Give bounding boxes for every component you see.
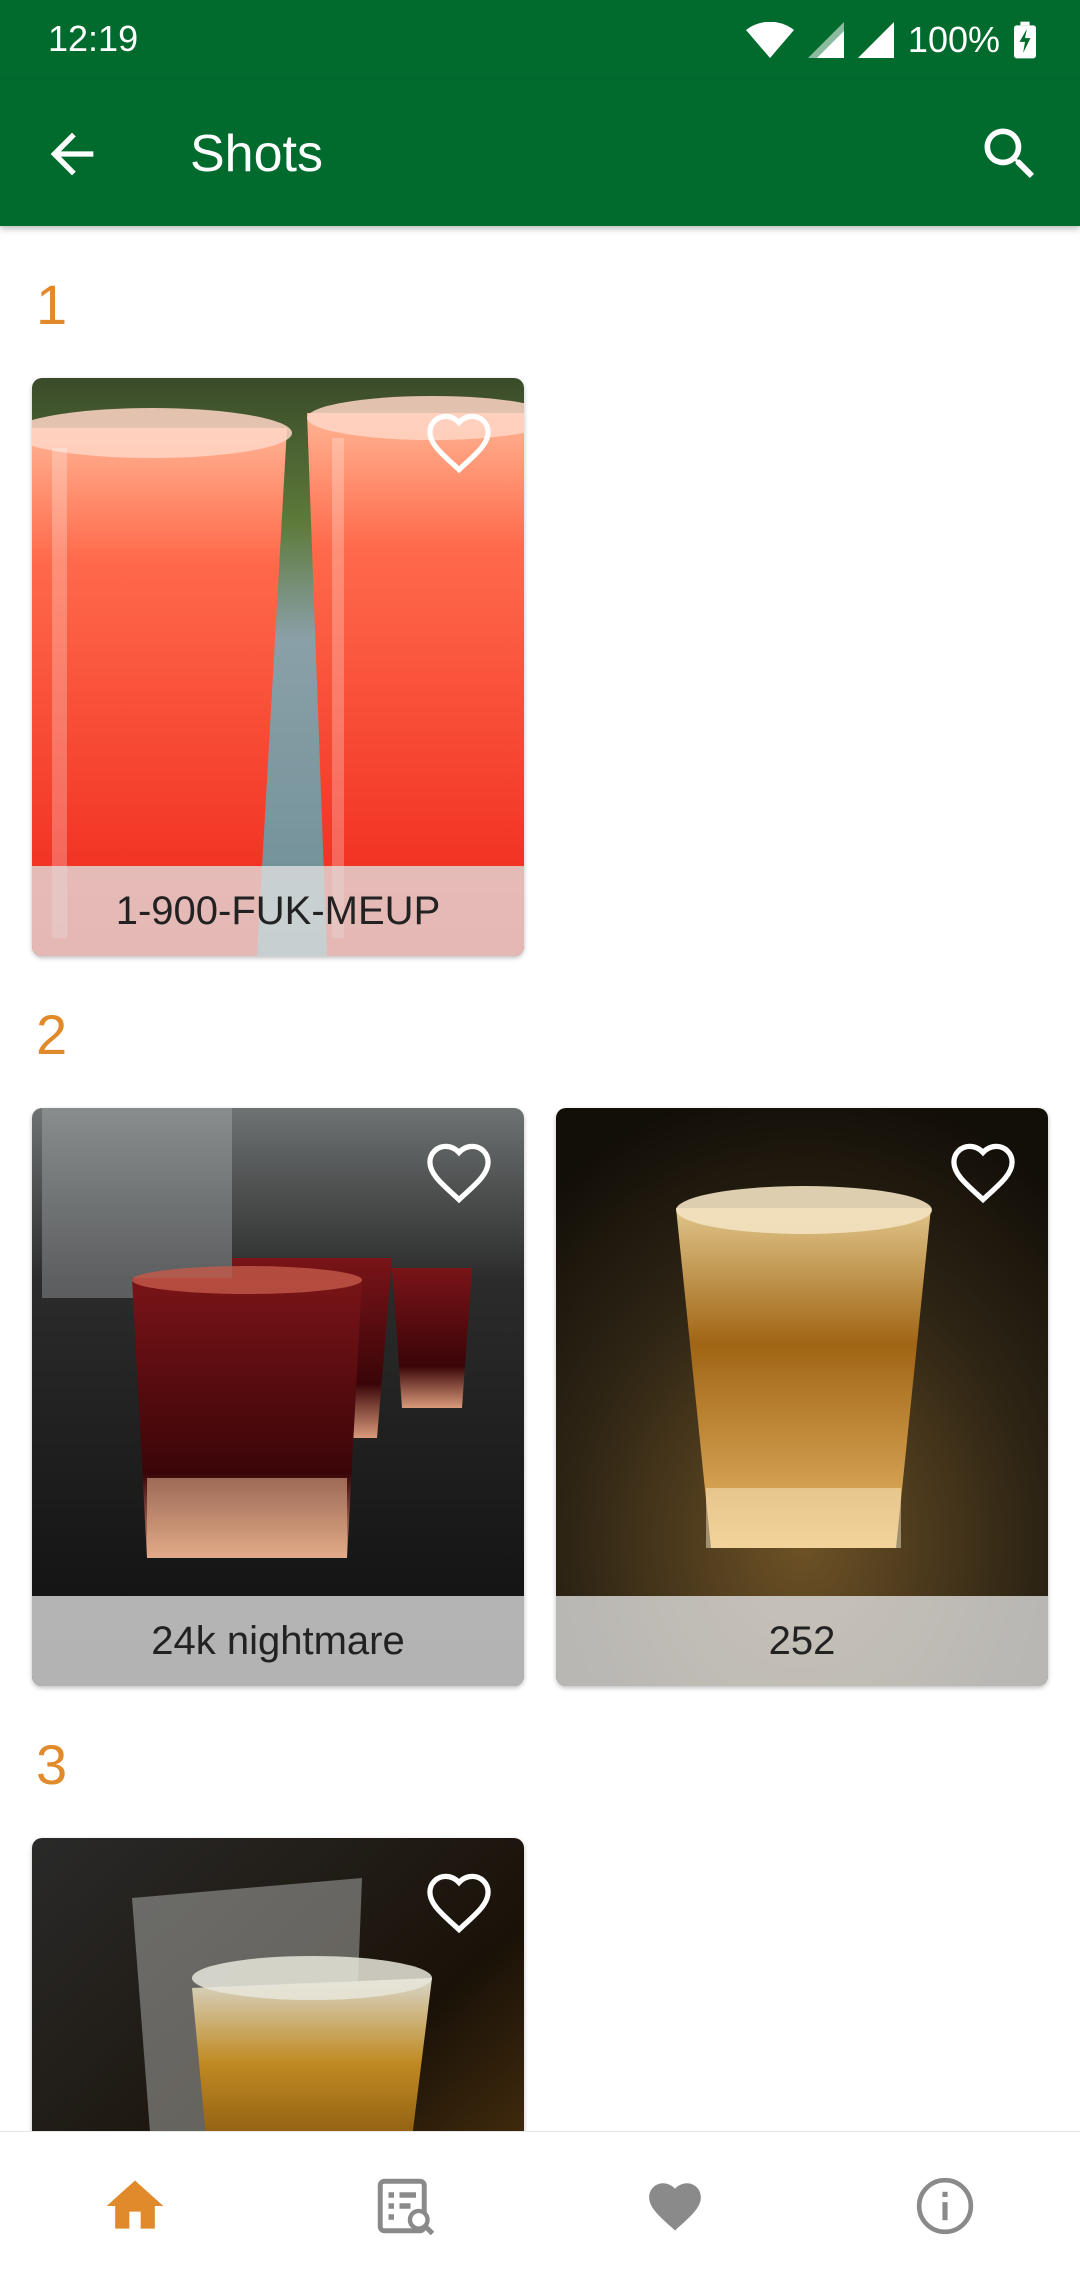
- home-icon: [106, 2180, 164, 2229]
- section-title-3: 3: [36, 1733, 68, 1796]
- bottom-navigation: [0, 2131, 1080, 2280]
- heart-icon: [649, 2183, 701, 2231]
- search-button[interactable]: [976, 120, 1044, 188]
- drink-name: 252: [556, 1596, 1048, 1686]
- app-bar: Shots: [0, 80, 1080, 226]
- arrow-back-icon: [50, 132, 94, 176]
- signal-icon: [807, 22, 844, 58]
- status-icons: 100%: [745, 18, 1036, 62]
- drink-name: 1-900-FUK-MEUP: [32, 866, 524, 956]
- status-time: 12:19: [48, 18, 139, 59]
- back-button[interactable]: [40, 122, 104, 186]
- drink-name: 24k nightmare: [32, 1596, 524, 1686]
- battery-charging-icon: [1014, 21, 1036, 59]
- favorite-heart-icon[interactable]: [424, 1870, 494, 1934]
- battery-percent: 100%: [907, 19, 1000, 60]
- nav-favorites[interactable]: [615, 2146, 735, 2266]
- page-title: Shots: [190, 125, 323, 183]
- signal-icon-2: [857, 22, 894, 58]
- section-title-1: 1: [36, 273, 68, 336]
- section-title-2: 2: [36, 1003, 68, 1066]
- drink-card[interactable]: 252: [556, 1108, 1048, 1686]
- nav-search-list[interactable]: [345, 2146, 465, 2266]
- nav-info[interactable]: [885, 2146, 1005, 2266]
- info-icon: [916, 2177, 974, 2235]
- nav-home[interactable]: [75, 2146, 195, 2266]
- drink-card[interactable]: 1-900-FUK-MEUP: [32, 378, 524, 956]
- search-list-icon: [377, 2178, 435, 2236]
- search-icon: [984, 128, 1035, 179]
- favorite-heart-icon[interactable]: [948, 1140, 1018, 1204]
- favorite-heart-icon[interactable]: [424, 1140, 494, 1204]
- wifi-icon: [745, 22, 794, 58]
- drink-card[interactable]: 24k nightmare: [32, 1108, 524, 1686]
- status-bar: 12:19 100%: [0, 0, 1080, 80]
- favorite-heart-icon[interactable]: [424, 410, 494, 474]
